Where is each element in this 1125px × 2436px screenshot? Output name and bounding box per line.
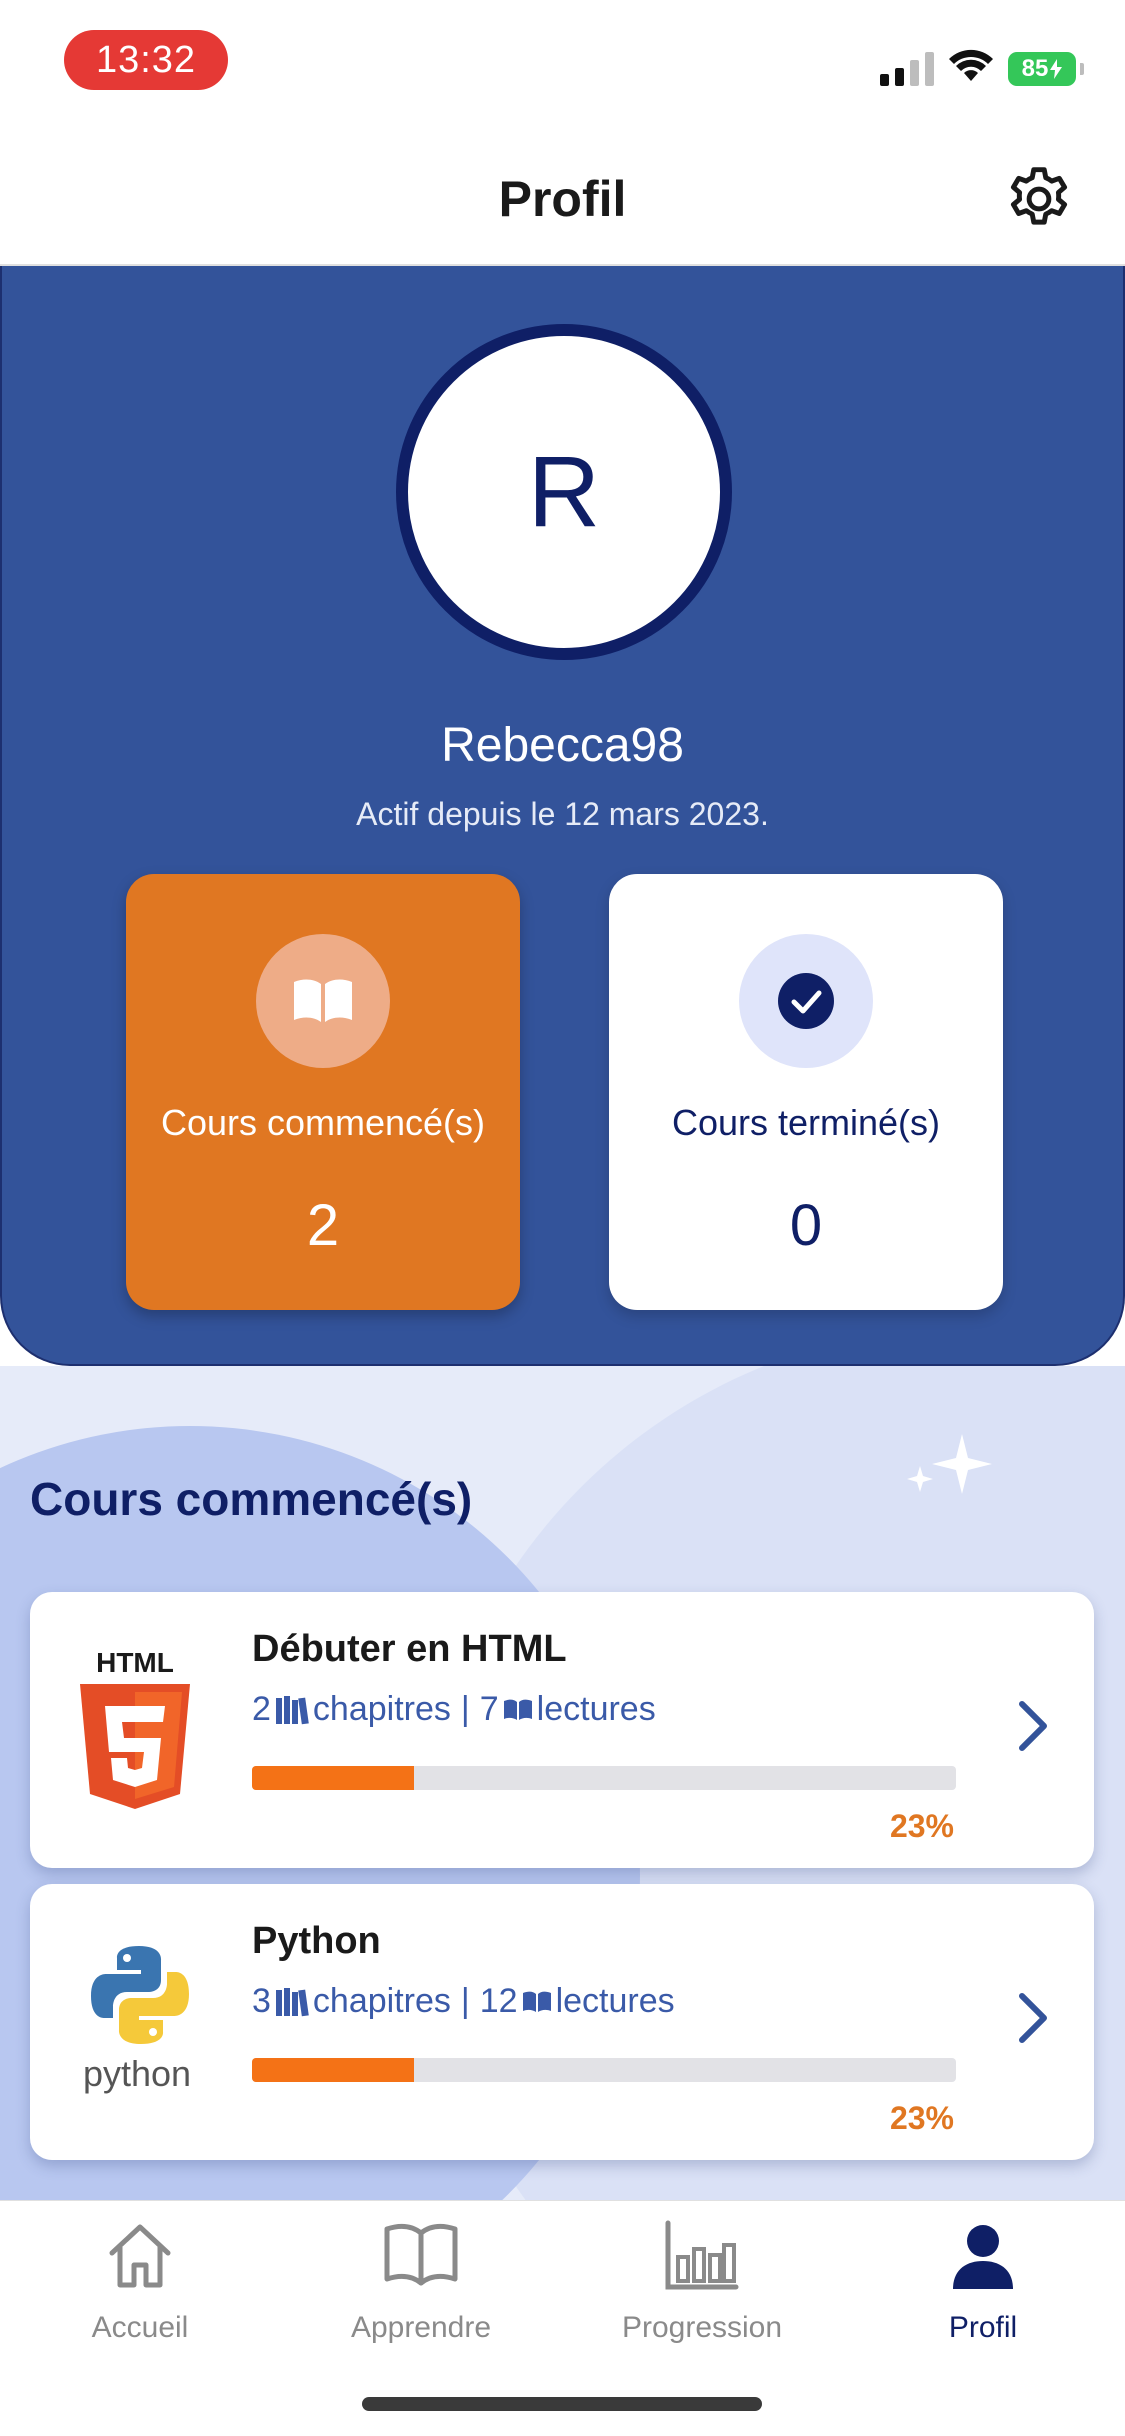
stat-started-value: 2 bbox=[306, 1193, 340, 1258]
battery-indicator: 85 bbox=[1008, 52, 1084, 86]
meta-separator: | bbox=[460, 1982, 470, 2020]
settings-gear-icon[interactable] bbox=[1002, 162, 1076, 236]
course-meta: 2 chapitres | 7 lectures bbox=[252, 1690, 656, 1729]
lectures-label: lectures bbox=[536, 1690, 656, 1728]
course-meta: 3 chapitres | 12 lectures bbox=[252, 1982, 675, 2021]
tab-accueil[interactable]: Accueil bbox=[30, 2219, 250, 2359]
tab-profil[interactable]: Profil bbox=[873, 2219, 1093, 2359]
html5-logo-icon: HTML bbox=[80, 1647, 190, 1809]
lectures-label: lectures bbox=[555, 1982, 675, 2020]
tab-label: Apprendre bbox=[350, 2311, 492, 2344]
chevron-right-icon[interactable] bbox=[1010, 1696, 1056, 1756]
tab-bar: Accueil Apprendre Progression Profil bbox=[0, 2200, 1125, 2436]
chapters-label: chapitres bbox=[312, 1690, 451, 1728]
tab-label: Progression bbox=[621, 2311, 783, 2344]
tab-progression[interactable]: Progression bbox=[592, 2219, 812, 2359]
book-small-icon bbox=[522, 1991, 551, 2012]
avatar[interactable]: R bbox=[396, 324, 732, 660]
open-book-icon bbox=[256, 934, 390, 1068]
stat-card-started[interactable]: Cours commencé(s) 2 bbox=[126, 874, 520, 1310]
book-icon bbox=[384, 2223, 458, 2286]
lectures-count: 7 bbox=[479, 1690, 499, 1728]
stat-started-label: Cours commencé(s) bbox=[160, 1102, 486, 1143]
status-bar: 13:32 85 bbox=[0, 0, 1125, 120]
course-card[interactable]: HTML Débuter en HTML 2 chapitres | 7 lec… bbox=[30, 1592, 1094, 1868]
books-icon bbox=[275, 1987, 309, 2016]
wifi-icon bbox=[949, 49, 993, 81]
meta-separator: | bbox=[460, 1690, 470, 1728]
chapters-count: 3 bbox=[252, 1982, 271, 2020]
active-since-text: Actif depuis le 12 mars 2023. bbox=[356, 796, 769, 832]
book-small-icon bbox=[503, 1699, 532, 1720]
charging-bolt-icon bbox=[1050, 59, 1063, 79]
bar-chart-icon bbox=[665, 2220, 739, 2290]
chevron-right-icon[interactable] bbox=[1010, 1988, 1056, 2048]
progress-percent: 23% bbox=[889, 1808, 954, 1844]
sparkle-icon bbox=[907, 1434, 992, 1494]
section-title: Cours commencé(s) bbox=[30, 1473, 473, 1525]
tab-apprendre[interactable]: Apprendre bbox=[311, 2219, 531, 2359]
lectures-count: 12 bbox=[479, 1982, 518, 2020]
home-icon bbox=[109, 2224, 171, 2288]
status-time: 13:32 bbox=[64, 30, 228, 90]
progress-fill bbox=[252, 2058, 414, 2082]
person-icon bbox=[953, 2225, 1013, 2289]
course-name: Python bbox=[252, 1920, 381, 1962]
progress-bar bbox=[252, 2058, 956, 2082]
html5-logo-text: HTML bbox=[96, 1647, 174, 1678]
home-indicator[interactable] bbox=[362, 2397, 762, 2411]
stat-card-finished[interactable]: Cours terminé(s) 0 bbox=[609, 874, 1003, 1310]
cellular-signal-icon bbox=[880, 50, 934, 86]
profile-panel: R Rebecca98 Actif depuis le 12 mars 2023… bbox=[0, 266, 1125, 1366]
page-title: Profil bbox=[498, 171, 627, 227]
stat-finished-value: 0 bbox=[789, 1193, 823, 1258]
books-icon bbox=[275, 1695, 309, 1724]
tab-label: Accueil bbox=[91, 2311, 189, 2344]
battery-level: 85 bbox=[1021, 55, 1049, 82]
python-logo-icon: python bbox=[83, 1946, 191, 2094]
username: Rebecca98 bbox=[441, 719, 684, 772]
progress-percent: 23% bbox=[889, 2100, 954, 2136]
course-card[interactable]: python Python 3 chapitres | 12 lectures … bbox=[30, 1884, 1094, 2160]
progress-bar bbox=[252, 1766, 956, 1790]
tab-label: Profil bbox=[948, 2311, 1018, 2344]
progress-fill bbox=[252, 1766, 414, 1790]
app-header: Profil bbox=[0, 120, 1125, 266]
chapters-label: chapitres bbox=[312, 1982, 451, 2020]
stat-finished-label: Cours terminé(s) bbox=[671, 1102, 941, 1143]
python-logo-text: python bbox=[83, 2053, 191, 2094]
course-name: Débuter en HTML bbox=[252, 1628, 567, 1670]
chapters-count: 2 bbox=[252, 1690, 271, 1728]
check-circle-icon bbox=[739, 934, 873, 1068]
courses-section: Cours commencé(s) HTML Débuter en HTML 2… bbox=[0, 1366, 1125, 2200]
